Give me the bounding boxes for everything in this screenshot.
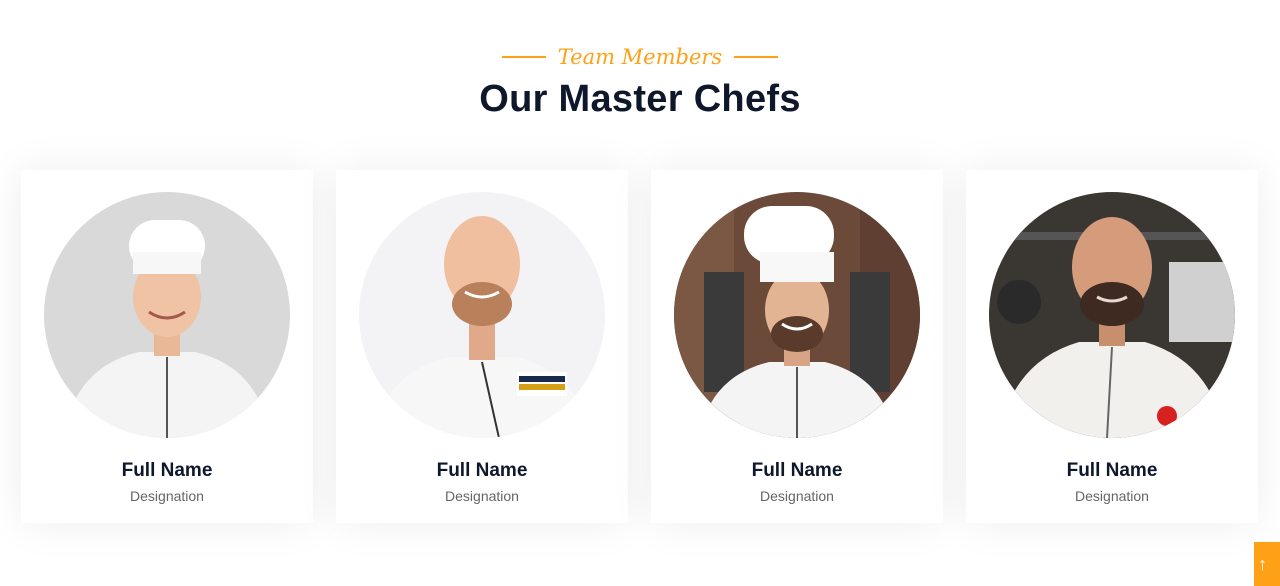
section-title: Our Master Chefs	[479, 78, 801, 120]
chef-name: Full Name	[751, 460, 843, 481]
team-card[interactable]: Full Name Designation	[21, 170, 313, 523]
eyebrow-line-right	[734, 56, 779, 58]
chef-designation: Designation	[760, 488, 834, 504]
team-card[interactable]: Full Name Designation	[336, 170, 628, 523]
back-to-top-button[interactable]: ↑	[1254, 542, 1280, 586]
eyebrow-line-left	[501, 56, 546, 58]
team-card[interactable]: Full Name Designation	[966, 170, 1258, 523]
chef-photo	[359, 192, 605, 438]
chef-designation: Designation	[130, 488, 204, 504]
chef-name: Full Name	[436, 460, 528, 481]
chef-name: Full Name	[1066, 460, 1158, 481]
chef-designation: Designation	[445, 488, 519, 504]
chef-designation: Designation	[1075, 488, 1149, 504]
team-grid: Full Name Designation Full Name Designat…	[21, 170, 1258, 523]
arrow-up-icon: ↑	[1258, 554, 1267, 574]
chef-photo	[674, 192, 920, 438]
section-eyebrow: Team Members	[0, 40, 1280, 74]
chef-photo	[44, 192, 290, 438]
chef-name: Full Name	[121, 460, 213, 481]
section-header: Team Members Our Master Chefs	[0, 40, 1280, 121]
team-card[interactable]: Full Name Designation	[651, 170, 943, 523]
chef-photo	[989, 192, 1235, 438]
eyebrow-text: Team Members	[557, 45, 723, 69]
